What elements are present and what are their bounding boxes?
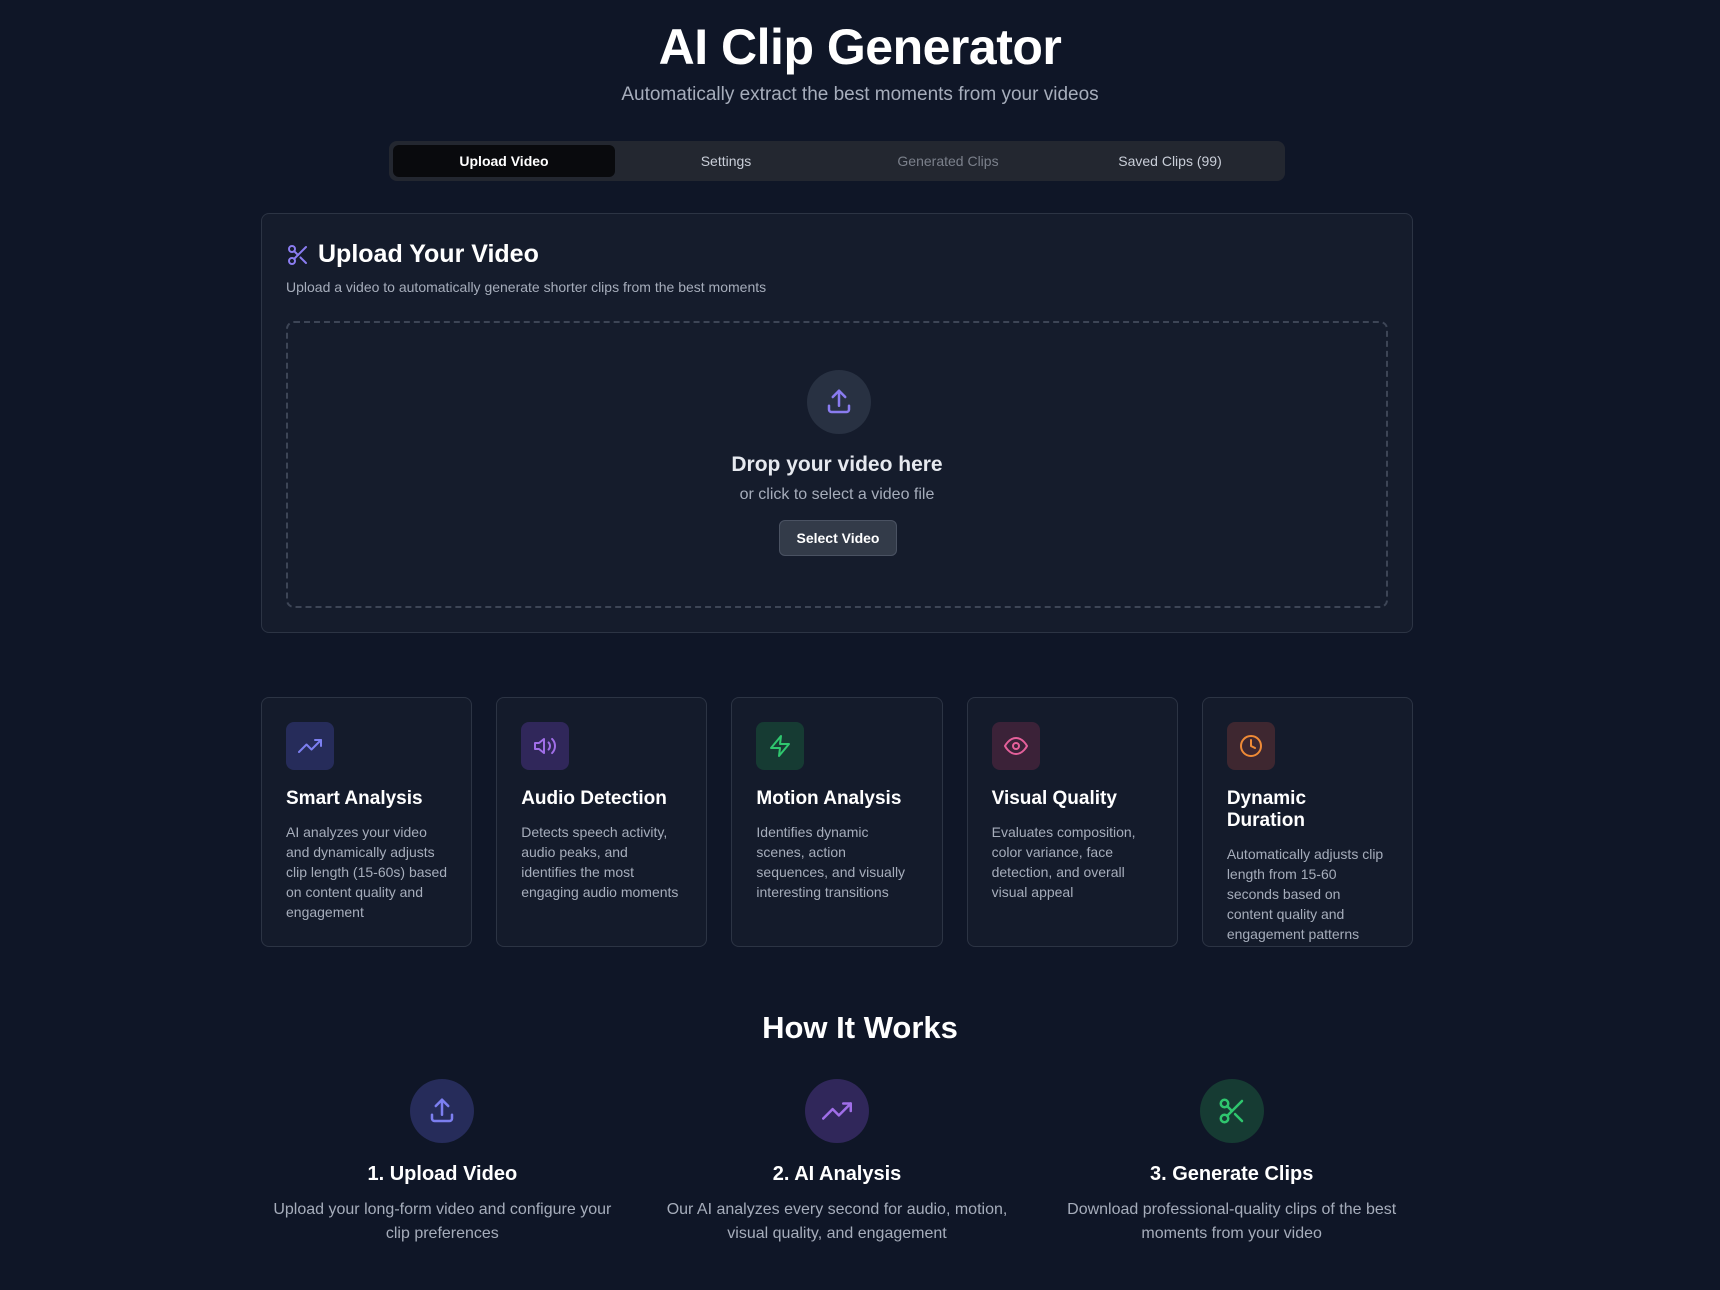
- step-description: Our AI analyzes every second for audio, …: [666, 1201, 1008, 1242]
- scissors-icon: [1219, 1098, 1243, 1124]
- upload-header: Upload Your Video: [286, 240, 539, 269]
- feature-icon-box: [1226, 722, 1275, 770]
- trending-up-icon: [298, 739, 322, 753]
- step-generate-clips: 3. Generate Clips Download professional-…: [1050, 1079, 1413, 1246]
- feature-icon-box: [286, 722, 334, 770]
- step-title: 2. AI Analysis: [772, 1163, 902, 1185]
- how-it-works-title: How It Works: [762, 1010, 958, 1045]
- upload-icon: [431, 1098, 454, 1123]
- feature-description: Identifies dynamic scenes, action sequen…: [756, 824, 906, 900]
- upload-title: Upload Your Video: [318, 240, 539, 268]
- dropzone-title: Drop your video here: [731, 453, 943, 476]
- tab-upload-video[interactable]: Upload Video: [393, 145, 615, 177]
- feature-card-motion-analysis: Motion Analysis Identifies dynamic scene…: [731, 697, 943, 947]
- upload-description: Upload a video to automatically generate…: [286, 279, 767, 295]
- tab-settings[interactable]: Settings: [615, 145, 837, 177]
- tab-generated-clips[interactable]: Generated Clips: [837, 145, 1059, 177]
- step-title: 1. Upload Video: [367, 1163, 518, 1185]
- video-dropzone[interactable]: Drop your video here or click to select …: [286, 321, 1388, 608]
- feature-icon-box: [756, 722, 805, 770]
- eye-icon: [1003, 737, 1028, 755]
- feature-icon-box: [991, 722, 1040, 770]
- feature-description: AI analyzes your video and dynamically a…: [286, 824, 448, 920]
- feature-card-audio-detection: Audio Detection Detects speech activity,…: [496, 697, 708, 947]
- page-title: AI Clip Generator: [658, 19, 1062, 75]
- scissors-icon: [288, 244, 307, 265]
- how-it-works-steps: 1. Upload Video Upload your long-form vi…: [261, 1079, 1413, 1246]
- feature-title: Smart Analysis: [286, 788, 423, 809]
- dropzone-subtitle: or click to select a video file: [739, 486, 935, 503]
- step-upload-video: 1. Upload Video Upload your long-form vi…: [261, 1079, 624, 1246]
- features-grid: Smart Analysis AI analyzes your video an…: [261, 697, 1414, 947]
- step-icon-circle: [1199, 1079, 1264, 1143]
- volume-icon: [534, 737, 557, 755]
- feature-title: Visual Quality: [991, 788, 1117, 809]
- step-description: Download professional-quality clips of t…: [1067, 1201, 1397, 1242]
- feature-card-visual-quality: Visual Quality Evaluates composition, co…: [966, 697, 1178, 947]
- upload-card: Upload Your Video Upload a video to auto…: [261, 213, 1413, 633]
- trending-up-icon: [822, 1102, 852, 1120]
- step-title: 3. Generate Clips: [1149, 1163, 1314, 1185]
- feature-title: Audio Detection: [521, 788, 667, 809]
- step-description: Upload your long-form video and configur…: [273, 1201, 612, 1242]
- feature-card-dynamic-duration: Dynamic Duration Automatically adjusts c…: [1201, 697, 1414, 947]
- step-icon-circle: [805, 1079, 869, 1143]
- dropzone-icon-circle: [807, 370, 871, 434]
- feature-icon-box: [521, 722, 570, 770]
- feature-description: Detects speech activity, audio peaks, an…: [521, 824, 679, 900]
- tab-saved-clips[interactable]: Saved Clips (99): [1059, 145, 1281, 177]
- select-video-button[interactable]: Select Video: [779, 520, 897, 556]
- zap-icon: [770, 735, 791, 757]
- feature-description: Evaluates composition, color variance, f…: [991, 824, 1136, 900]
- upload-icon: [827, 389, 851, 414]
- feature-description: Automatically adjusts clip length from 1…: [1226, 846, 1384, 942]
- clock-icon: [1239, 735, 1262, 757]
- feature-title: Motion Analysis: [756, 788, 902, 809]
- tab-bar: Upload Video Settings Generated Clips Sa…: [389, 141, 1285, 181]
- feature-title: Dynamic Duration: [1226, 788, 1307, 831]
- step-icon-circle: [410, 1079, 475, 1143]
- page-subtitle: Automatically extract the best moments f…: [621, 84, 1099, 105]
- step-ai-analysis: 2. AI Analysis Our AI analyzes every sec…: [656, 1079, 1019, 1246]
- feature-card-smart-analysis: Smart Analysis AI analyzes your video an…: [261, 697, 473, 947]
